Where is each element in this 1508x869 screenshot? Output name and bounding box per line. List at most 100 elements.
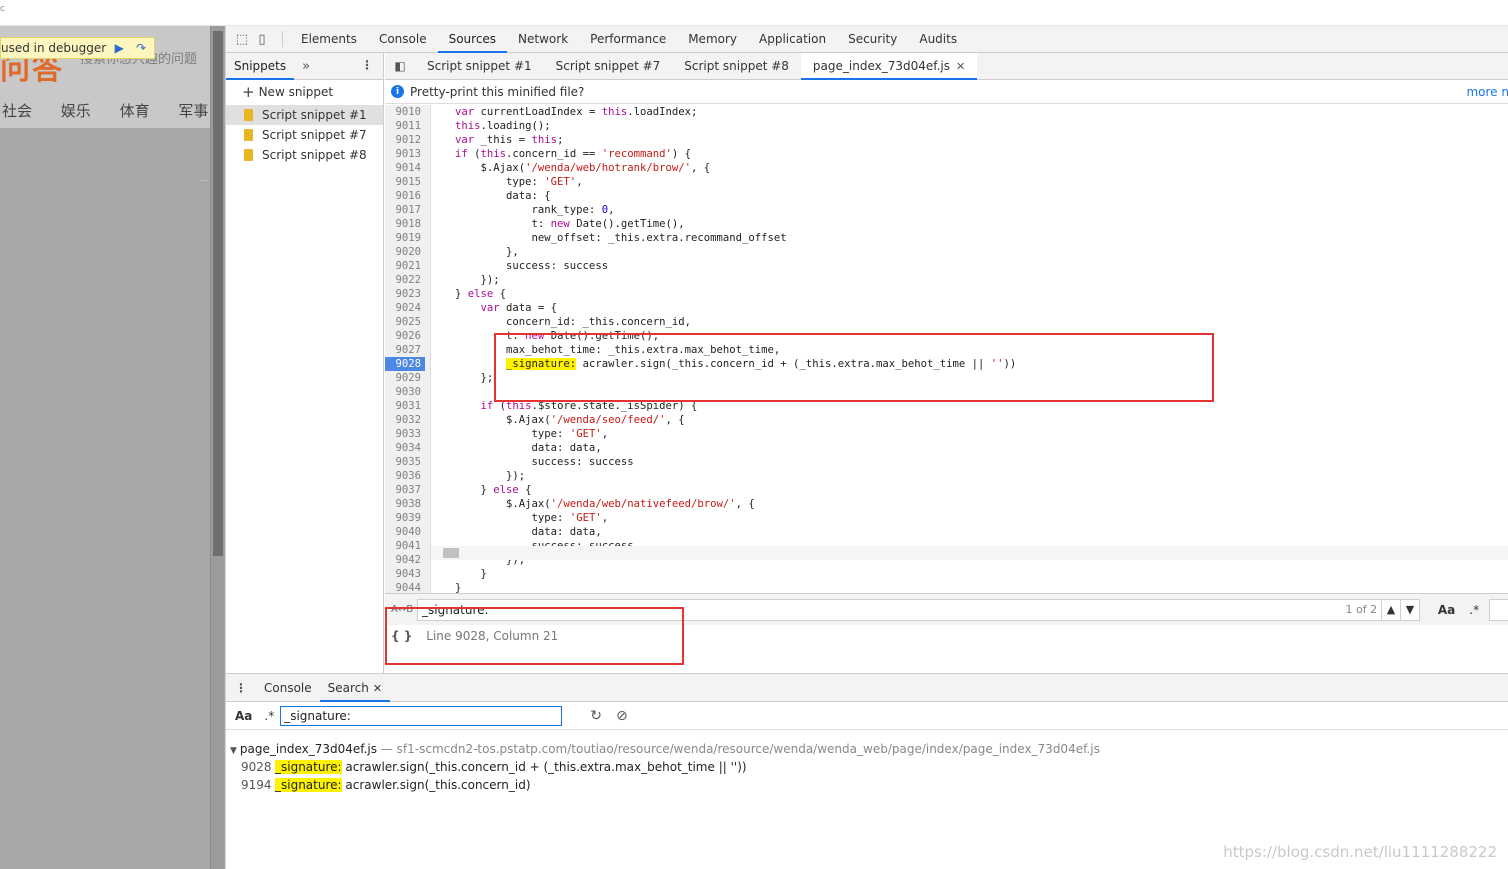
line-number[interactable]: 9039 xyxy=(385,511,421,525)
code-line[interactable]: 9020 }, xyxy=(385,245,1508,259)
code-line[interactable]: 9010 var currentLoadIndex = this.loadInde… xyxy=(385,105,1508,119)
refresh-icon[interactable]: ↻ xyxy=(590,708,602,724)
line-number[interactable]: 9044 xyxy=(385,581,421,593)
code-line[interactable]: 9044} xyxy=(385,581,1508,593)
code-line[interactable]: 9012 var _this = this; xyxy=(385,133,1508,147)
close-icon[interactable]: ✕ xyxy=(373,682,382,695)
code-line[interactable]: 9035 success: success xyxy=(385,455,1508,469)
tab-elements[interactable]: Elements xyxy=(290,26,368,53)
toggle-navigator-icon[interactable]: ◧ xyxy=(385,59,415,73)
line-number[interactable]: 9013 xyxy=(385,147,421,161)
line-number[interactable]: 9043 xyxy=(385,567,421,581)
navigator-menu-icon[interactable]: ⋮ xyxy=(361,58,373,72)
drawer-tab-search[interactable]: Search ✕ xyxy=(319,674,391,702)
editor-tab[interactable]: Script snippet #7 xyxy=(544,53,673,80)
editor-tab-active[interactable]: page_index_73d04ef.js ✕ xyxy=(800,52,978,80)
tab-performance[interactable]: Performance xyxy=(579,26,677,53)
code-line[interactable]: 9024 var data = { xyxy=(385,301,1508,315)
line-number[interactable]: 9010 xyxy=(385,105,421,119)
find-previous-button[interactable]: ▲ xyxy=(1381,598,1401,621)
result-line[interactable]: 9194 _signature: acrawler.sign(_this.conc… xyxy=(226,776,1508,794)
line-number[interactable]: 9015 xyxy=(385,175,421,189)
hscrollbar-thumb[interactable] xyxy=(443,548,459,558)
code-line[interactable]: 9016 data: { xyxy=(385,189,1508,203)
page-scrollbar-thumb[interactable] xyxy=(213,31,223,556)
code-line[interactable]: 9040 data: data, xyxy=(385,525,1508,539)
line-number[interactable]: 9014 xyxy=(385,161,421,175)
line-number[interactable]: 9025 xyxy=(385,315,421,329)
code-line[interactable]: 9013 if (this.concern_id == 'recommand') … xyxy=(385,147,1508,161)
code-line[interactable]: 9019 new_offset: _this.extra.recommand_o… xyxy=(385,231,1508,245)
regex-button[interactable]: .* xyxy=(264,709,274,723)
code-line[interactable]: 9034 data: data, xyxy=(385,441,1508,455)
line-number[interactable]: 9038 xyxy=(385,497,421,511)
tab-audits[interactable]: Audits xyxy=(908,26,968,53)
breakpoint-line-number[interactable]: 9028 xyxy=(385,357,425,371)
line-number[interactable]: 9016 xyxy=(385,189,421,203)
editor-tab[interactable]: Script snippet #1 xyxy=(415,53,544,80)
code-line[interactable]: 9025 concern_id: _this.concern_id, xyxy=(385,315,1508,329)
match-case-button[interactable]: Aa xyxy=(235,709,252,723)
search-input[interactable]: _signature: xyxy=(280,705,563,726)
line-number[interactable]: 9029 xyxy=(385,371,421,385)
line-number[interactable]: 9024 xyxy=(385,301,421,315)
line-number[interactable]: 9026 xyxy=(385,329,421,343)
tab-memory[interactable]: Memory xyxy=(677,26,748,53)
regex-button[interactable]: .* xyxy=(1469,603,1479,617)
code-line[interactable]: 9038 $.Ajax('/wenda/web/nativefeed/brow/… xyxy=(385,497,1508,511)
code-line[interactable]: 9032 $.Ajax('/wenda/seo/feed/', { xyxy=(385,413,1508,427)
code-line[interactable]: 9036 }); xyxy=(385,469,1508,483)
line-number[interactable]: 9033 xyxy=(385,427,421,441)
line-number[interactable]: 9036 xyxy=(385,469,421,483)
line-number[interactable]: 9019 xyxy=(385,231,421,245)
tab-network[interactable]: Network xyxy=(507,26,579,53)
code-line[interactable]: 9021 success: success xyxy=(385,259,1508,273)
tab-console[interactable]: Console xyxy=(368,26,438,53)
tab-sources[interactable]: Sources xyxy=(437,26,508,53)
line-number[interactable]: 9041 xyxy=(385,539,421,553)
code-line[interactable]: 9039 type: 'GET', xyxy=(385,511,1508,525)
code-line[interactable]: 9037 } else { xyxy=(385,483,1508,497)
snippet-item[interactable]: Script snippet #7 xyxy=(226,125,383,145)
match-case-button[interactable]: Aa xyxy=(1438,603,1455,617)
code-line[interactable]: 9022 }); xyxy=(385,273,1508,287)
editor-hscrollbar[interactable] xyxy=(431,546,1508,560)
line-number[interactable]: 9020 xyxy=(385,245,421,259)
line-number[interactable]: 9031 xyxy=(385,399,421,413)
drawer-menu-icon[interactable]: ⋮ xyxy=(226,681,256,695)
expand-triangle-icon[interactable]: ▼ xyxy=(230,746,237,756)
line-number[interactable]: 9042 xyxy=(385,553,421,567)
tab-snippets[interactable]: Snippets xyxy=(226,53,295,80)
infobar-more-link[interactable]: more n xyxy=(1466,85,1508,99)
line-number[interactable]: 9032 xyxy=(385,413,421,427)
find-cancel-button[interactable] xyxy=(1489,598,1508,621)
line-number[interactable]: 9012 xyxy=(385,133,421,147)
code-line[interactable]: 9017 rank_type: 0, xyxy=(385,203,1508,217)
drawer-tab-console[interactable]: Console xyxy=(256,674,320,702)
line-number[interactable]: 9030 xyxy=(385,385,421,399)
new-snippet-button[interactable]: + New snippet xyxy=(226,80,383,105)
code-line[interactable]: 9014 $.Ajax('/wenda/web/hotrank/brow/', … xyxy=(385,161,1508,175)
find-next-button[interactable]: ▼ xyxy=(1399,598,1420,621)
clear-icon[interactable]: ⊘ xyxy=(616,708,628,724)
line-number[interactable]: 9021 xyxy=(385,259,421,273)
code-line[interactable]: 9015 type: 'GET', xyxy=(385,175,1508,189)
step-over-icon[interactable]: ↷ xyxy=(132,39,150,57)
line-number[interactable]: 9018 xyxy=(385,217,421,231)
page-scrollbar[interactable] xyxy=(210,26,224,869)
code-line[interactable]: 9033 type: 'GET', xyxy=(385,427,1508,441)
resume-icon[interactable]: ▶ xyxy=(110,39,128,57)
line-number[interactable]: 9011 xyxy=(385,119,421,133)
result-file[interactable]: ▼ page_index_73d04ef.js — sf1-scmcdn2-tos… xyxy=(226,740,1508,758)
more-tabs-icon[interactable]: » xyxy=(302,59,310,74)
line-number[interactable]: 9034 xyxy=(385,441,421,455)
editor-tab[interactable]: Script snippet #8 xyxy=(672,53,801,80)
line-number[interactable]: 9040 xyxy=(385,525,421,539)
code-line[interactable]: 9018 t: new Date().getTime(), xyxy=(385,217,1508,231)
close-icon[interactable]: ✕ xyxy=(956,60,965,73)
code-line[interactable]: 9043 } xyxy=(385,567,1508,581)
line-number[interactable]: 9035 xyxy=(385,455,421,469)
line-number[interactable]: 9027 xyxy=(385,343,421,357)
snippet-item[interactable]: Script snippet #8 xyxy=(226,145,383,165)
line-number[interactable]: 9023 xyxy=(385,287,421,301)
